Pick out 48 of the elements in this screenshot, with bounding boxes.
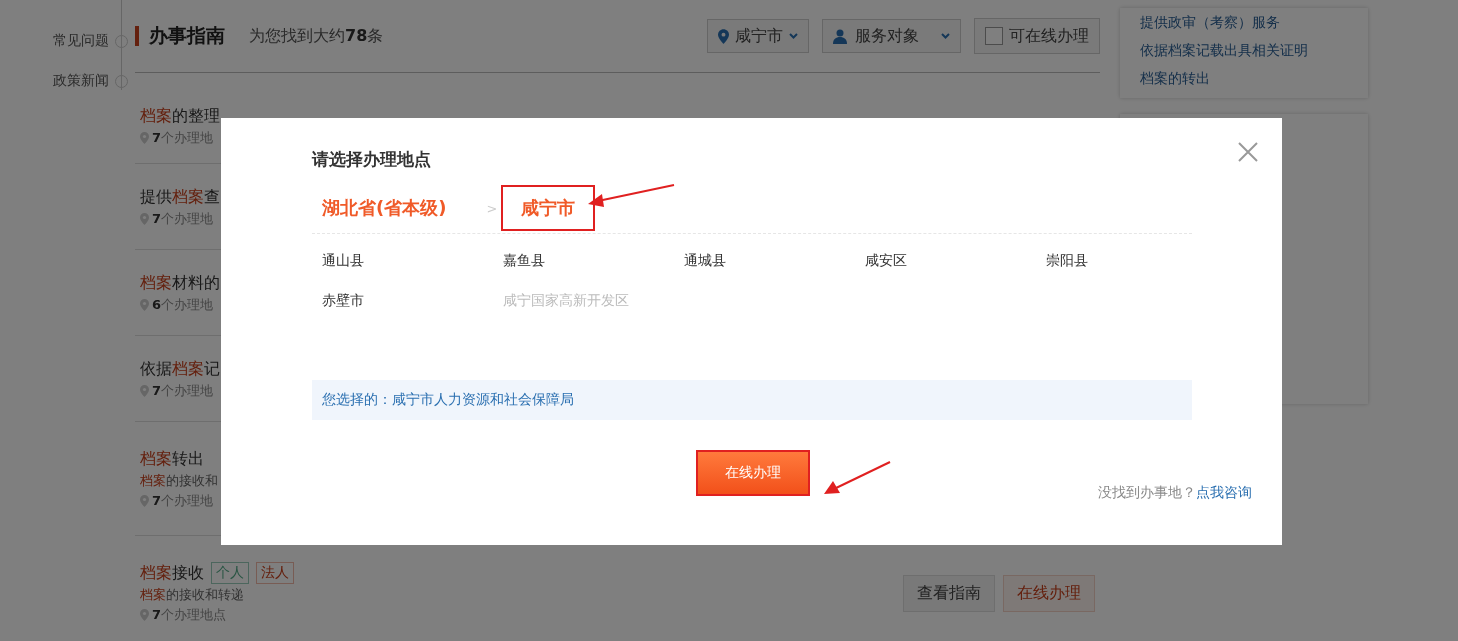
consult-link[interactable]: 点我咨询 <box>1196 484 1252 500</box>
selection-text: 您选择的：咸宁市人力资源和社会保障局 <box>322 391 574 409</box>
annotation-arrow <box>822 460 892 496</box>
service-title[interactable]: 档案接收 <box>140 562 204 584</box>
region-option[interactable]: 嘉鱼县 <box>503 252 545 270</box>
service-title[interactable]: 依据档案记 <box>140 358 220 380</box>
online-apply-button[interactable]: 在线办理 <box>1003 574 1095 612</box>
audience-tag: 法人 <box>256 562 294 584</box>
service-description: 档案的接收和转递 <box>140 586 244 604</box>
location-pin-icon <box>140 494 149 507</box>
service-title[interactable]: 提供档案查 <box>140 186 220 208</box>
service-description: 档案的接收和 <box>140 471 218 490</box>
location-pin-icon <box>140 384 149 397</box>
sidebar-link[interactable]: 政策新闻 <box>53 72 109 90</box>
location-pin-icon <box>140 131 149 144</box>
service-title[interactable]: 档案的整理 <box>140 105 220 127</box>
region-option[interactable]: 崇阳县 <box>1046 252 1088 270</box>
location-pin-icon <box>140 212 149 225</box>
caret-icon <box>941 33 950 39</box>
region-option[interactable]: 赤壁市 <box>322 292 364 310</box>
location-pin-icon <box>140 298 149 311</box>
person-icon <box>833 28 847 44</box>
related-link[interactable]: 依据档案记载出具相关证明 <box>1140 42 1348 60</box>
location-filter[interactable]: 咸宁市 <box>707 19 809 53</box>
related-link[interactable]: 提供政审（考察）服务 <box>1140 14 1348 32</box>
location-pin-icon <box>718 28 729 44</box>
breadcrumb-item[interactable]: 湖北省(省本级) <box>322 187 465 229</box>
close-icon[interactable] <box>1238 142 1258 162</box>
related-link[interactable]: 档案的转出 <box>1140 70 1348 88</box>
section-title: 办事指南 <box>149 23 225 48</box>
service-title[interactable]: 档案转出 <box>140 448 204 470</box>
caret-icon <box>789 33 798 39</box>
breadcrumb-item[interactable]: 咸宁市 <box>501 185 596 231</box>
audience-filter[interactable]: 服务对象 <box>822 19 961 53</box>
online-apply-button[interactable]: 在线办理 <box>698 452 808 494</box>
dialog-title: 请选择办理地点 <box>312 148 432 171</box>
sidebar-link[interactable]: 常见问题 <box>53 32 109 50</box>
region-option[interactable]: 通城县 <box>684 252 726 270</box>
location-pin-icon <box>140 609 149 621</box>
breadcrumb-separator: > <box>486 200 498 216</box>
help-text: 没找到办事地？点我咨询 <box>1098 484 1252 502</box>
view-guide-button[interactable]: 查看指南 <box>903 574 995 612</box>
region-option[interactable]: 通山县 <box>322 252 364 270</box>
result-count: 为您找到大约78条 <box>249 25 385 47</box>
online-checkbox[interactable]: 可在线办理 <box>974 18 1100 54</box>
audience-tag: 个人 <box>211 562 249 584</box>
service-title[interactable]: 档案材料的 <box>140 272 220 294</box>
region-option[interactable]: 咸安区 <box>865 252 907 270</box>
